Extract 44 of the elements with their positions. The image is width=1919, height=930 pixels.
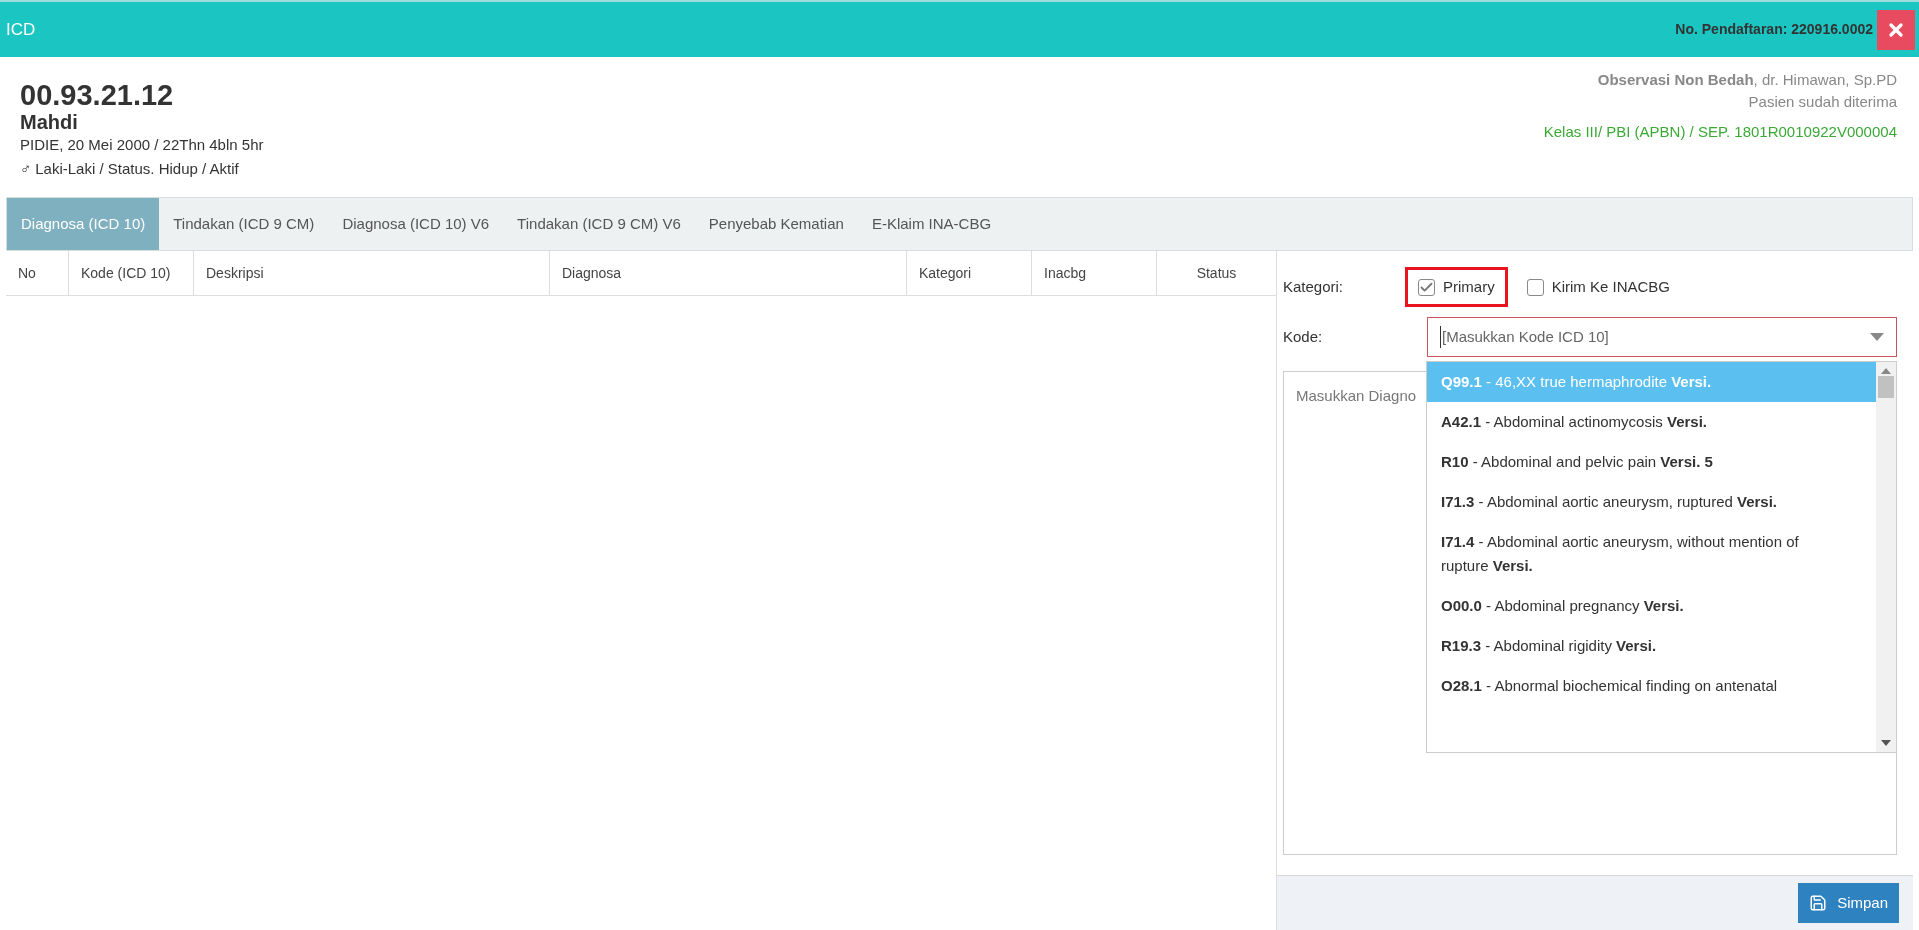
registration-number: No. Pendaftaran: 220916.0002 [1675, 20, 1873, 39]
scroll-down-icon[interactable] [1881, 740, 1891, 746]
unit-doctor: Observasi Non Bedah, dr. Himawan, Sp.PD [1597, 70, 1897, 90]
checkbox[interactable] [1418, 278, 1435, 296]
window-title: ICD [6, 18, 36, 41]
diagnosis-placeholder: Masukkan Diagno [1296, 387, 1417, 404]
checkbox-option[interactable]: Kirim Ke INACBG [1513, 267, 1684, 307]
dropdown-option[interactable]: I71.3 - Abdominal aortic aneurysm, ruptured Versi. [1427, 482, 1876, 522]
column-header: Status [1196, 263, 1237, 283]
field-label: Kode: [1283, 326, 1324, 347]
patient-id: 00.93.21.12 [20, 79, 175, 111]
dropdown-caret-icon [1870, 333, 1884, 341]
save-button[interactable]: Simpan [1798, 883, 1899, 923]
admission-status: Pasien sudah diterima [1748, 92, 1897, 112]
dropdown-option[interactable]: O28.1 - Abnormal biochemical finding on antenatal [1427, 666, 1876, 706]
field-label: Kategori: [1283, 276, 1345, 297]
column-header: Kategori [919, 263, 972, 283]
tab[interactable]: Diagnosa (ICD 10) V6 [328, 198, 504, 250]
column-header: Diagnosa [562, 263, 622, 283]
column-header: Inacbg [1044, 263, 1087, 283]
patient-status: Laki-Laki / Status. Hidup / Aktif [35, 159, 239, 179]
tab[interactable]: Penyebab Kematian [694, 198, 858, 250]
scrollbar[interactable] [1876, 362, 1896, 752]
tab[interactable]: Tindakan (ICD 9 CM) [159, 198, 329, 250]
checkbox[interactable] [1526, 278, 1544, 296]
scroll-up-icon[interactable] [1881, 368, 1891, 374]
scrollbar-thumb[interactable] [1878, 376, 1894, 398]
gender-symbol: ♂ [20, 159, 32, 179]
patient-birth: PIDIE, 20 Mei 2000 / 22Thn 4bln 5hr [20, 135, 264, 155]
dropdown-option[interactable]: O00.0 - Abdominal pregnancy Versi. [1427, 586, 1876, 626]
tab[interactable]: Tindakan (ICD 9 CM) V6 [503, 198, 695, 250]
dropdown-option[interactable]: I71.4 - Abdominal aortic aneurysm, without mention of rupture Versi. [1427, 522, 1876, 586]
column-header: No [18, 263, 36, 283]
dropdown-option[interactable]: R19.3 - Abdominal rigidity Versi. [1427, 626, 1876, 666]
tab[interactable]: E-Klaim INA-CBG [857, 198, 1006, 250]
checkbox-option[interactable]: Primary [1405, 267, 1508, 307]
code-select-field[interactable]: [Masukkan Kode ICD 10] [1427, 317, 1897, 357]
column-header: Kode (ICD 10) [81, 263, 171, 283]
dropdown-option[interactable]: R10 - Abdominal and pelvic pain Versi. 5 [1427, 442, 1876, 482]
patient-name: Mahdi [20, 111, 79, 133]
dropdown-option[interactable]: A42.1 - Abdominal actinomycosis Versi. [1427, 402, 1876, 442]
column-header: Deskripsi [206, 263, 264, 283]
close-button[interactable] [1877, 9, 1915, 50]
insurance-info: Kelas III/ PBI (APBN) / SEP. 1801R0010922V000004 [1543, 122, 1897, 142]
